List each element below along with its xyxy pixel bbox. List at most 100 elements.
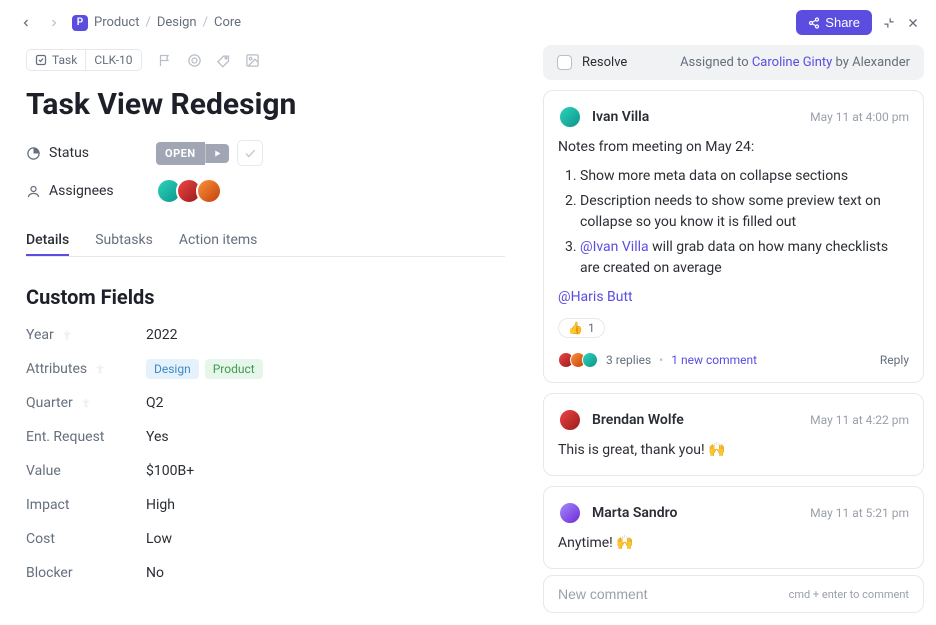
comments-pane: Resolve Assigned to Caroline Ginty by Al… <box>531 45 936 625</box>
share-icon <box>808 17 820 29</box>
task-detail-pane: Task CLK-10 Task View Redesign Status <box>0 45 531 625</box>
status-pill[interactable]: OPEN <box>156 142 205 165</box>
status-control: OPEN <box>156 140 263 166</box>
topbar: P Product / Design / Core Share <box>0 0 936 45</box>
field-value[interactable]: No <box>146 565 164 581</box>
task-type-chip[interactable]: Task <box>26 49 86 71</box>
pin-icon <box>81 398 91 408</box>
comment-card: Brendan Wolfe May 11 at 4:22 pm This is … <box>543 393 924 476</box>
new-comments-link[interactable]: 1 new comment <box>671 353 757 367</box>
nav-forward[interactable] <box>44 15 64 31</box>
field-row: ImpactHigh <box>26 497 505 513</box>
avatar[interactable] <box>558 501 582 525</box>
field-value[interactable]: Design Product <box>146 361 269 377</box>
crumb-product[interactable]: Product <box>94 15 139 30</box>
thumbs-up-icon: 👍 <box>568 321 583 335</box>
comment-body: Notes from meeting on May 24: Show more … <box>558 137 909 308</box>
tag[interactable]: Product <box>205 359 263 379</box>
comment-composer[interactable]: cmd + enter to comment <box>543 575 924 613</box>
comment-card: Ivan Villa May 11 at 4:00 pm Notes from … <box>543 90 924 383</box>
comment-author[interactable]: Marta Sandro <box>592 505 677 521</box>
replies-count[interactable]: 3 replies <box>606 353 651 367</box>
play-icon <box>213 149 222 158</box>
comment-card: Marta Sandro May 11 at 5:21 pm Anytime! … <box>543 486 924 569</box>
tabs: Details Subtasks Action items <box>26 224 505 257</box>
field-value[interactable]: Q2 <box>146 395 164 411</box>
share-label: Share <box>825 15 860 30</box>
resolve-checkbox[interactable] <box>557 55 572 70</box>
resolve-bar: Resolve Assigned to Caroline Ginty by Al… <box>543 45 924 80</box>
field-value[interactable]: 2022 <box>146 327 177 343</box>
field-label: Quarter <box>26 395 146 411</box>
tab-subtasks[interactable]: Subtasks <box>95 224 153 256</box>
breadcrumb: P Product / Design / Core <box>72 15 241 31</box>
custom-fields-heading: Custom Fields <box>26 285 505 309</box>
field-row: CostLow <box>26 531 505 547</box>
field-label: Cost <box>26 531 146 547</box>
check-icon <box>243 146 257 160</box>
assignees-label: Assignees <box>49 183 114 199</box>
field-row: BlockerNo <box>26 565 505 581</box>
comment-input[interactable] <box>558 586 789 602</box>
field-row: QuarterQ2 <box>26 395 505 411</box>
avatar[interactable] <box>558 408 582 432</box>
field-value[interactable]: Low <box>146 531 172 547</box>
composer-hint: cmd + enter to comment <box>789 588 909 601</box>
checkbox-icon <box>35 54 47 66</box>
reply-avatars[interactable] <box>558 352 598 368</box>
space-icon[interactable]: P <box>72 15 88 31</box>
task-type-label: Task <box>52 53 77 67</box>
tab-details[interactable]: Details <box>26 224 69 256</box>
crumb-design[interactable]: Design <box>157 15 197 30</box>
task-id-label[interactable]: CLK-10 <box>86 49 141 71</box>
comment-body: Anytime! 🙌 <box>558 533 909 554</box>
resolve-label[interactable]: Resolve <box>582 55 627 70</box>
pin-icon <box>62 330 72 340</box>
comment-body: This is great, thank you! 🙌 <box>558 440 909 461</box>
flag-icon[interactable] <box>158 53 173 68</box>
field-label: Blocker <box>26 565 146 581</box>
field-value[interactable]: $100B+ <box>146 463 194 479</box>
field-value[interactable]: High <box>146 497 175 513</box>
status-value: OPEN <box>165 147 196 160</box>
status-icon <box>26 146 41 161</box>
status-label: Status <box>49 145 89 161</box>
share-button[interactable]: Share <box>796 10 872 35</box>
complete-button[interactable] <box>237 140 263 166</box>
assignees-avatars[interactable] <box>156 178 222 204</box>
field-label: Impact <box>26 497 146 513</box>
field-row: Value$100B+ <box>26 463 505 479</box>
image-icon[interactable] <box>245 53 260 68</box>
comment-time: May 11 at 5:21 pm <box>810 506 909 520</box>
tag-icon[interactable] <box>216 53 231 68</box>
nav-back[interactable] <box>16 15 36 31</box>
field-label: Year <box>26 327 146 343</box>
status-next-button[interactable] <box>205 144 229 163</box>
field-value[interactable]: Yes <box>146 429 169 445</box>
avatar[interactable] <box>558 105 582 129</box>
comment-time: May 11 at 4:22 pm <box>810 413 909 427</box>
crumb-core[interactable]: Core <box>214 15 241 30</box>
reaction-pill[interactable]: 👍 1 <box>558 318 605 338</box>
comment-time: May 11 at 4:00 pm <box>810 110 909 124</box>
field-label: Attributes <box>26 361 146 377</box>
comment-author[interactable]: Ivan Villa <box>592 109 649 125</box>
field-row: Year2022 <box>26 327 505 343</box>
tab-action-items[interactable]: Action items <box>179 224 258 256</box>
close-icon[interactable] <box>906 16 920 30</box>
avatar[interactable] <box>196 178 222 204</box>
tag[interactable]: Design <box>146 359 199 379</box>
field-row: Ent. RequestYes <box>26 429 505 445</box>
reply-button[interactable]: Reply <box>880 353 909 367</box>
person-icon <box>26 184 41 199</box>
task-title[interactable]: Task View Redesign <box>26 87 505 122</box>
sprint-icon[interactable] <box>187 53 202 68</box>
comment-author[interactable]: Brendan Wolfe <box>592 412 684 428</box>
mention[interactable]: @Ivan Villa <box>580 239 649 255</box>
field-label: Value <box>26 463 146 479</box>
mention[interactable]: @Haris Butt <box>558 289 633 305</box>
field-row: AttributesDesign Product <box>26 361 505 377</box>
collapse-icon[interactable] <box>882 16 896 30</box>
task-id-chip: Task CLK-10 <box>26 49 142 71</box>
assignee-link[interactable]: Caroline Ginty <box>752 55 832 70</box>
